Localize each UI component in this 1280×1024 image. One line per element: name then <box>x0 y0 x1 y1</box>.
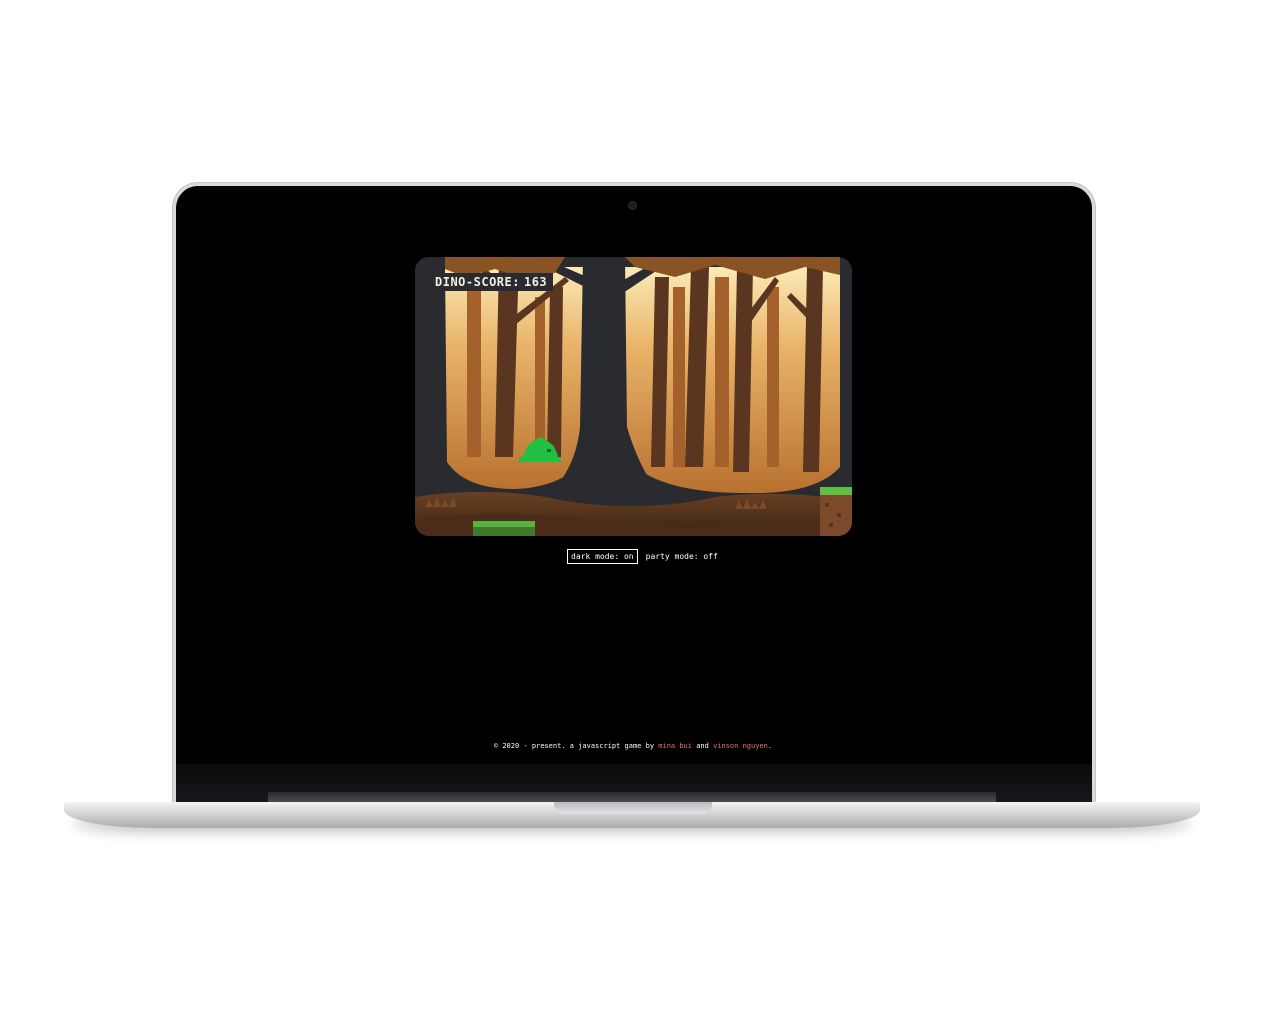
camera-icon <box>629 202 636 209</box>
score-display: DINO-SCORE: 163 <box>429 273 554 291</box>
game-canvas[interactable]: DINO-SCORE: 163 <box>415 257 852 536</box>
mode-toggles: dark mode: on party mode: off <box>567 549 722 564</box>
dark-mode-toggle[interactable]: dark mode: on <box>567 549 638 564</box>
forest-scene <box>415 257 852 536</box>
laptop-notch <box>554 802 712 814</box>
laptop-mockup: DINO-SCORE: 163 dark mode: on party mode: … <box>0 0 1280 1024</box>
author-link-mina-bui[interactable]: mina bui <box>658 742 692 750</box>
score-value: 163 <box>523 275 548 289</box>
party-mode-toggle[interactable]: party mode: off <box>642 549 722 564</box>
hinge <box>268 792 996 802</box>
grass-block <box>820 487 852 495</box>
author-link-vinson-nguyen[interactable]: vinson nguyen <box>713 742 768 750</box>
footer-and: and <box>696 742 709 750</box>
screen: DINO-SCORE: 163 dark mode: on party mode: … <box>198 222 1068 764</box>
footer: © 2020 - present. a javascript game by m… <box>198 742 1068 750</box>
footer-suffix: . <box>767 742 773 750</box>
grass-platform <box>473 521 535 527</box>
footer-prefix: © 2020 - present. a javascript game by <box>493 742 655 750</box>
score-label: DINO-SCORE: <box>435 275 520 289</box>
